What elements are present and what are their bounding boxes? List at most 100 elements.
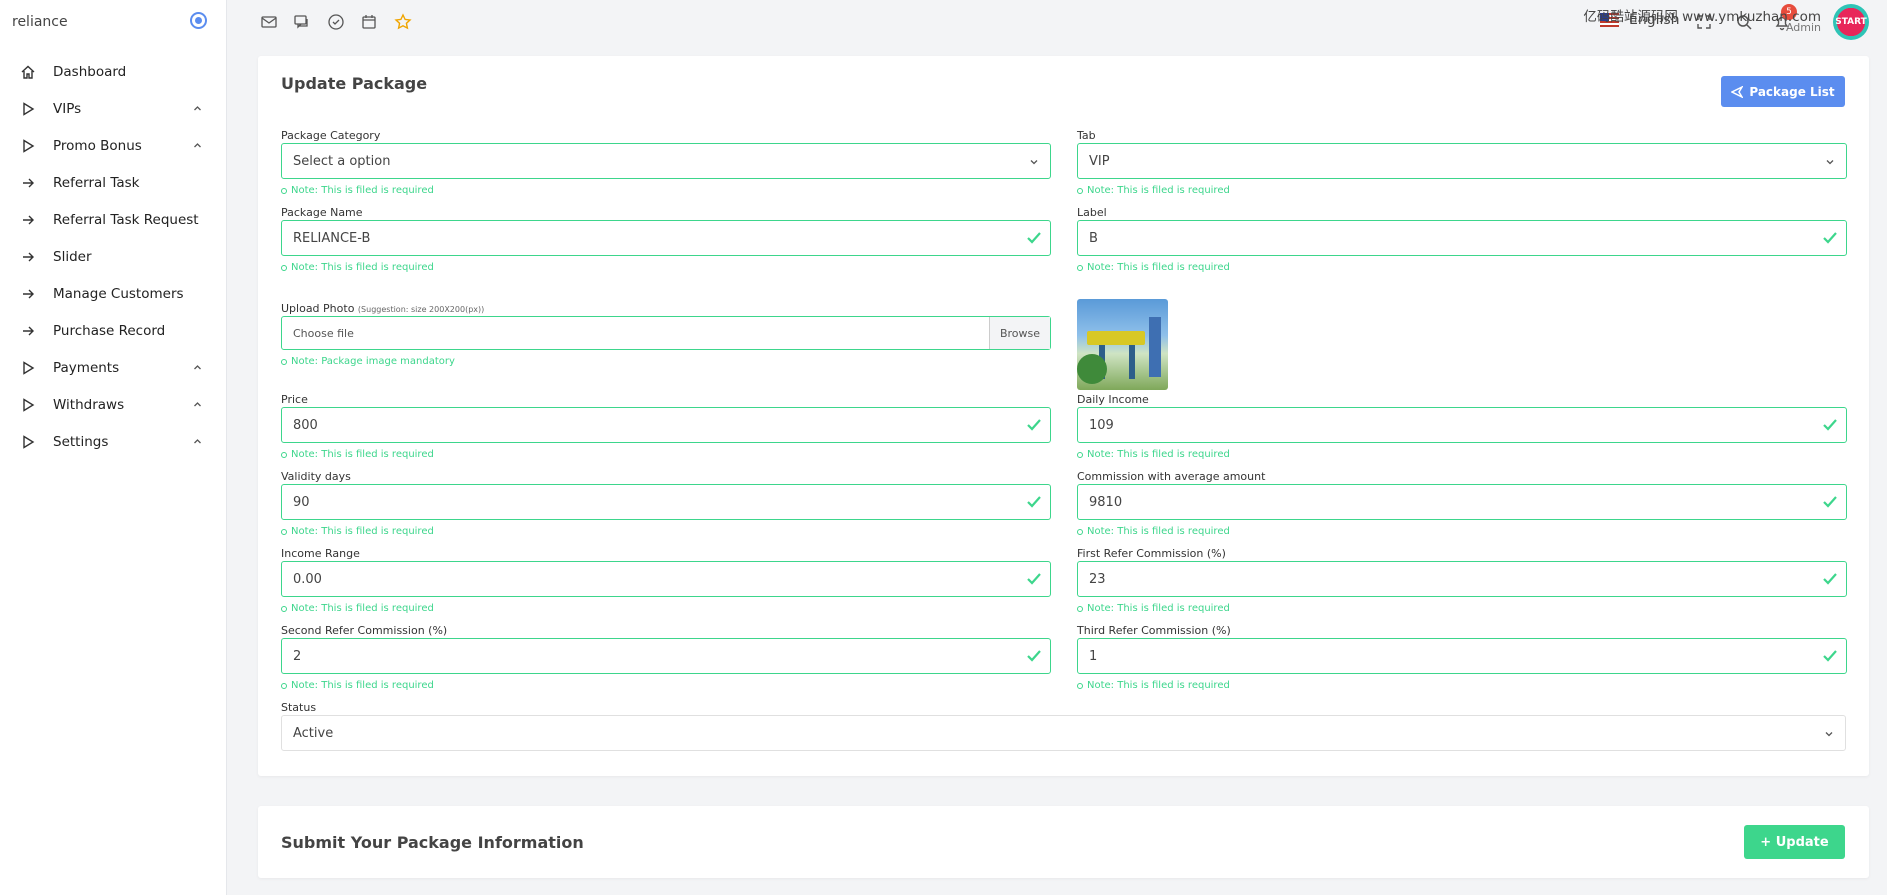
- income-range-value: 0.00: [293, 571, 322, 587]
- submit-card: Submit Your Package Information + Update: [258, 806, 1869, 878]
- sidebar-toggle-icon[interactable]: [190, 12, 207, 29]
- sidebar-item-promo-bonus[interactable]: Promo Bonus: [0, 127, 227, 164]
- tab-select[interactable]: VIP: [1077, 143, 1847, 179]
- label-field-label: Label: [1077, 206, 1107, 219]
- valid-check-icon: [1823, 573, 1837, 585]
- choose-file-placeholder: Choose file: [293, 326, 354, 340]
- commission-avg-label: Commission with average amount: [1077, 470, 1266, 483]
- package-list-button[interactable]: Package List: [1721, 76, 1845, 107]
- home-icon: [20, 64, 36, 80]
- status-value: Active: [293, 725, 334, 741]
- package-category-select[interactable]: Select a option: [281, 143, 1051, 179]
- sidebar-item-label: Dashboard: [53, 63, 127, 80]
- sidebar-item-label: VIPs: [53, 100, 82, 117]
- sidebar-item-settings[interactable]: Settings: [0, 423, 227, 460]
- sidebar-item-withdraws[interactable]: Withdraws: [0, 386, 227, 423]
- daily-income-value: 109: [1089, 417, 1114, 433]
- second-refer-value: 2: [293, 648, 302, 664]
- validity-days-label: Validity days: [281, 470, 351, 483]
- first-refer-label: First Refer Commission (%): [1077, 547, 1226, 560]
- sidebar-item-label: Withdraws: [53, 396, 125, 413]
- check-circle-icon[interactable]: [327, 13, 345, 31]
- arrow-right-icon: [20, 175, 36, 191]
- commission-avg-value: 9810: [1089, 494, 1123, 510]
- sidebar-item-label: Referral Task Request: [53, 211, 199, 228]
- label-input[interactable]: B: [1077, 220, 1847, 256]
- required-note: Note: This is filed is required: [281, 603, 434, 614]
- valid-check-icon: [1027, 650, 1041, 662]
- status-label: Status: [281, 701, 317, 714]
- page-title: Update Package: [281, 74, 428, 93]
- sidebar-item-purchase-record[interactable]: Purchase Record: [0, 312, 227, 349]
- arrow-right-icon: [20, 286, 36, 302]
- upload-photo-input[interactable]: Choose file Browse: [281, 316, 1051, 350]
- calendar-icon[interactable]: [360, 13, 378, 31]
- valid-check-icon: [1027, 232, 1041, 244]
- chat-icon[interactable]: [293, 13, 311, 31]
- price-value: 800: [293, 417, 318, 433]
- user-role: Admin: [1785, 21, 1821, 34]
- label-value: B: [1089, 230, 1098, 246]
- required-note: Note: This is filed is required: [281, 526, 434, 537]
- valid-check-icon: [1823, 419, 1837, 431]
- package-name-input[interactable]: RELIANCE-B: [281, 220, 1051, 256]
- sidebar-item-vips[interactable]: VIPs: [0, 90, 227, 127]
- star-icon[interactable]: [394, 13, 412, 31]
- second-refer-input[interactable]: 2: [281, 638, 1051, 674]
- income-range-input[interactable]: 0.00: [281, 561, 1051, 597]
- valid-check-icon: [1027, 419, 1041, 431]
- commission-avg-input[interactable]: 9810: [1077, 484, 1847, 520]
- third-refer-input[interactable]: 1: [1077, 638, 1847, 674]
- chevron-up-icon: [194, 106, 201, 111]
- daily-income-input[interactable]: 109: [1077, 407, 1847, 443]
- mail-icon[interactable]: [260, 13, 278, 31]
- browse-button[interactable]: Browse: [989, 317, 1050, 349]
- valid-check-icon: [1823, 650, 1837, 662]
- sidebar-item-label: Purchase Record: [53, 322, 166, 339]
- package-name-value: RELIANCE-B: [293, 230, 371, 246]
- topbar: English 5 亿码酷站源码网 www.ymkuzhan.com Admin…: [227, 0, 1887, 44]
- required-note: Note: This is filed is required: [1077, 526, 1230, 537]
- price-input[interactable]: 800: [281, 407, 1051, 443]
- sidebar-item-label: Payments: [53, 359, 120, 376]
- required-note: Note: This is filed is required: [1077, 603, 1230, 614]
- sidebar-item-label: Slider: [53, 248, 92, 265]
- chevron-up-icon: [194, 439, 201, 444]
- second-refer-label: Second Refer Commission (%): [281, 624, 448, 637]
- avatar[interactable]: START: [1833, 4, 1869, 40]
- sidebar-item-referral-task-request[interactable]: Referral Task Request: [0, 201, 227, 238]
- sidebar-item-label: Promo Bonus: [53, 137, 142, 154]
- status-select[interactable]: Active: [281, 715, 1846, 751]
- first-refer-input[interactable]: 23: [1077, 561, 1847, 597]
- brand-name[interactable]: reliance: [12, 14, 68, 30]
- sidebar-item-manage-customers[interactable]: Manage Customers: [0, 275, 227, 312]
- valid-check-icon: [1823, 496, 1837, 508]
- chevron-down-icon: [1826, 160, 1834, 165]
- sidebar-item-label: Referral Task: [53, 174, 140, 191]
- package-category-value: Select a option: [293, 153, 391, 169]
- play-icon: [20, 360, 36, 376]
- sidebar-item-referral-task[interactable]: Referral Task: [0, 164, 227, 201]
- chevron-down-icon: [1825, 732, 1833, 737]
- sidebar-item-payments[interactable]: Payments: [0, 349, 227, 386]
- tab-label: Tab: [1077, 129, 1096, 142]
- update-button[interactable]: + Update: [1744, 825, 1845, 859]
- sidebar-item-dashboard[interactable]: Dashboard: [0, 53, 227, 90]
- package-name-label: Package Name: [281, 206, 363, 219]
- sidebar-item-label: Manage Customers: [53, 285, 184, 302]
- required-note: Note: This is filed is required: [281, 449, 434, 460]
- upload-photo-label: Upload Photo (Suggestion: size 200X200(p…: [281, 302, 485, 315]
- tab-value: VIP: [1089, 153, 1110, 169]
- required-note: Note: This is filed is required: [1077, 449, 1230, 460]
- required-note: Note: This is filed is required: [1077, 185, 1230, 196]
- chevron-up-icon: [194, 143, 201, 148]
- required-note: Note: This is filed is required: [281, 262, 434, 273]
- sidebar: reliance Dashboard VIPs Promo Bonus Referra…: [0, 0, 227, 895]
- chevron-down-icon: [1030, 160, 1038, 165]
- arrow-right-icon: [20, 212, 36, 228]
- valid-check-icon: [1027, 496, 1041, 508]
- sidebar-item-slider[interactable]: Slider: [0, 238, 227, 275]
- validity-days-input[interactable]: 90: [281, 484, 1051, 520]
- first-refer-value: 23: [1089, 571, 1106, 587]
- third-refer-label: Third Refer Commission (%): [1077, 624, 1231, 637]
